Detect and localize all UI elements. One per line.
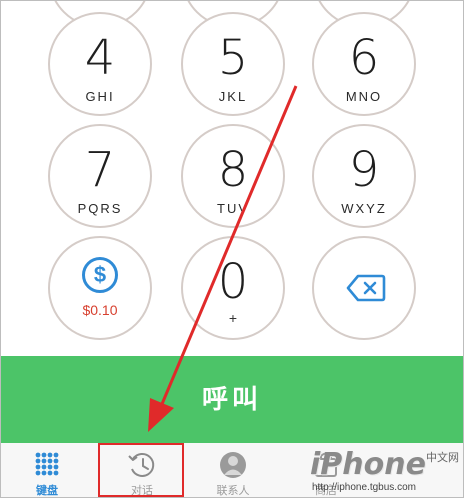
key-digit: 4 — [84, 30, 116, 86]
key-digit: 9 — [348, 142, 380, 198]
key-5[interactable]: 5 JKL — [181, 12, 285, 116]
key-7[interactable]: 7 PQRS — [48, 124, 152, 228]
key-letters: MNO — [345, 89, 383, 104]
key-letters: JKL — [218, 89, 248, 104]
keypad-grid-icon — [35, 452, 59, 476]
watermark: iPhone 中文网 http://iphone.tgbus.com — [300, 445, 464, 497]
contact-person-icon — [220, 452, 246, 478]
tab-label: 联系人 — [216, 485, 250, 497]
backspace-button[interactable] — [312, 236, 416, 340]
tab-keypad[interactable]: 键盘 — [1, 443, 93, 498]
history-clock-icon — [128, 452, 155, 477]
key-0[interactable]: 0 + — [181, 236, 285, 340]
watermark-brand: iPhone — [310, 447, 426, 482]
key-9[interactable]: 9 WXYZ — [312, 124, 416, 228]
key-letters: GHI — [85, 89, 115, 104]
key-digit: 8 — [217, 142, 249, 198]
key-letters: PQRS — [77, 201, 123, 216]
tab-contacts[interactable]: 联系人 — [187, 443, 279, 498]
tab-label: 对话 — [131, 485, 153, 497]
key-plus: + — [228, 310, 238, 326]
credit-amount: $0.10 — [82, 302, 118, 318]
watermark-url: http://iphone.tgbus.com — [312, 482, 416, 493]
tab-history[interactable]: 对话 — [96, 443, 188, 498]
key-letters: TUV — [217, 201, 249, 216]
tab-label: 键盘 — [36, 485, 58, 497]
key-4[interactable]: 4 GHI — [48, 12, 152, 116]
watermark-subtitle: 中文网 — [426, 452, 459, 464]
key-6[interactable]: 6 MNO — [312, 12, 416, 116]
key-digit: 5 — [217, 30, 249, 86]
backspace-icon — [346, 274, 386, 302]
key-digit: 7 — [84, 142, 116, 198]
credit-balance-button[interactable]: $ $0.10 — [48, 236, 152, 340]
dollar-coin-icon: $ — [82, 257, 118, 293]
key-digit: 6 — [348, 30, 380, 86]
key-digit: 0 — [217, 254, 249, 310]
key-letters: WXYZ — [341, 201, 387, 216]
call-button[interactable]: 呼叫 — [1, 356, 463, 443]
key-8[interactable]: 8 TUV — [181, 124, 285, 228]
